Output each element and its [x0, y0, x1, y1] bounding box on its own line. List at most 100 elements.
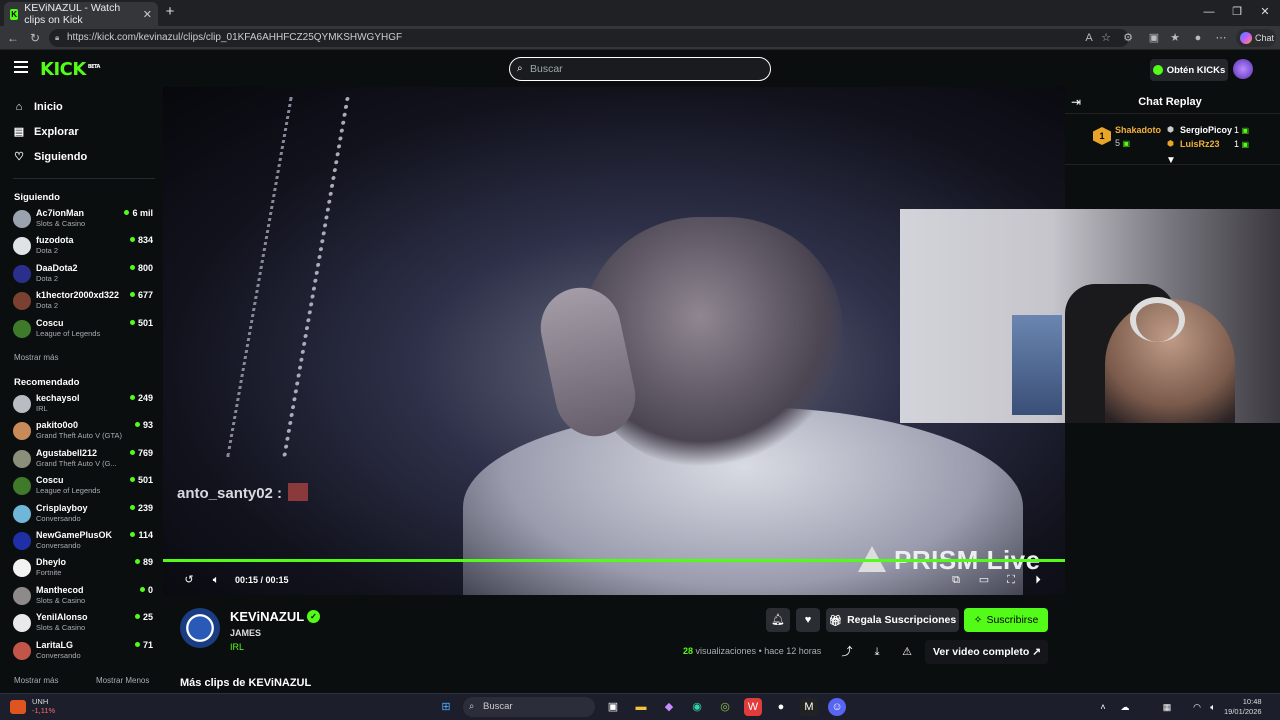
search-input[interactable]: ⌕ Buscar — [509, 57, 771, 81]
channel-name: Coscu — [36, 475, 64, 486]
show-less-recommended[interactable]: Mostrar Menos — [96, 676, 149, 685]
wps-icon[interactable]: W — [744, 698, 762, 716]
read-aloud-icon[interactable]: A — [1081, 30, 1097, 46]
sidebar-channel[interactable]: fuzodota Dota 2 834 — [13, 234, 153, 260]
pip-icon[interactable]: ⧉ — [949, 573, 963, 587]
maximize-button[interactable]: ❐ — [1228, 4, 1246, 20]
stock-chart-icon — [10, 700, 26, 714]
theater-mode-icon[interactable]: ▭ — [977, 573, 991, 587]
sidebar-channel[interactable]: Crisplayboy Conversando 239 — [13, 502, 153, 528]
share-icon[interactable]: ⤴ — [839, 644, 855, 660]
sidebar-channel[interactable]: LaritaLG Conversando 71 — [13, 639, 153, 665]
extensions-icon[interactable]: ⚙ — [1120, 30, 1136, 46]
channel-avatar — [13, 395, 31, 413]
obs-icon[interactable]: ● — [772, 698, 790, 716]
show-more-following[interactable]: Mostrar más — [14, 353, 58, 362]
browser-tab[interactable]: K KEViNAZUL - Watch clips on Kick ✕ — [4, 2, 158, 26]
leader-count-value: 1 — [1234, 125, 1240, 135]
report-icon[interactable]: ⚠ — [899, 644, 915, 660]
sidebar: ⌂ Inicio ▤ Explorar ♡ Siguiendo Siguiendo A… — [0, 87, 162, 693]
follow-heart-button[interactable]: ♥ — [796, 608, 820, 632]
tray-expand-icon[interactable]: ˄ — [1094, 698, 1112, 716]
leader-name[interactable]: SergioPicoy — [1180, 125, 1232, 135]
channel-name: NewGamePlusOK — [36, 530, 113, 540]
channel-name[interactable]: KEViNAZUL — [230, 609, 304, 624]
refresh-icon[interactable]: ↻ — [27, 30, 43, 46]
tray-app-icon[interactable]: ▦ — [1158, 698, 1176, 716]
video-progress-bar[interactable] — [163, 559, 1065, 562]
sidebar-channel[interactable]: Coscu League of Legends 501 — [13, 317, 153, 343]
sidebar-channel[interactable]: Ac7ionMan Slots & Casino 6 mil — [13, 207, 153, 233]
headphones — [1130, 297, 1185, 342]
volume-icon[interactable]: 🔈︎ — [209, 573, 223, 587]
hamburger-menu-icon[interactable] — [14, 61, 28, 75]
sidebar-channel[interactable]: Manthecod Slots & Casino 0 — [13, 584, 153, 610]
user-avatar[interactable] — [1233, 59, 1253, 79]
back-icon[interactable]: ← — [5, 30, 21, 46]
nav-inicio[interactable]: ⌂ Inicio — [13, 101, 63, 113]
sidebar-channel[interactable]: DaaDota2 Dota 2 800 — [13, 262, 153, 288]
taskbar-search[interactable]: ⌕ Buscar — [463, 697, 595, 717]
kick-logo[interactable]: KICK BETA — [40, 59, 100, 80]
volume-icon[interactable]: 🔈︎ — [1204, 698, 1222, 716]
channel-avatar[interactable] — [180, 608, 220, 648]
sidebar-channel[interactable]: kechaysol IRL 249 — [13, 392, 153, 418]
task-view-icon[interactable]: ▣ — [604, 698, 622, 716]
clip-category[interactable]: IRL — [230, 642, 244, 652]
split-screen-icon[interactable]: ▣ — [1146, 30, 1162, 46]
nav-explorar[interactable]: ▤ Explorar — [13, 126, 79, 138]
show-more-recommended[interactable]: Mostrar más — [14, 676, 58, 685]
next-icon[interactable]: ⏵ — [1031, 573, 1045, 587]
nav-siguiendo[interactable]: ♡ Siguiendo — [13, 151, 87, 163]
channel-category: League of Legends — [36, 486, 101, 496]
download-icon[interactable]: ⤓ — [869, 644, 885, 660]
leader-name[interactable]: LuisRz23 — [1180, 139, 1220, 149]
favorites-icon[interactable]: ★ — [1167, 30, 1183, 46]
close-tab-icon[interactable]: ✕ — [143, 8, 152, 21]
sidebar-channel[interactable]: pakito0o0 Grand Theft Auto V (GTA) 93 — [13, 419, 153, 445]
copilot-chat-button[interactable]: Chat — [1236, 29, 1276, 47]
copilot-app-icon[interactable]: ◆ — [660, 698, 678, 716]
system-clock[interactable]: 10:48 19/01/2026 — [1224, 697, 1262, 717]
replay-icon[interactable]: ↺ — [182, 573, 196, 587]
sidebar-channel[interactable]: Agustabell212 Grand Theft Auto V (G... 769 — [13, 447, 153, 473]
leader-name[interactable]: Shakadoto — [1115, 125, 1161, 135]
fullscreen-icon[interactable]: ⛶ — [1004, 573, 1018, 587]
notification-bell-button[interactable]: 🔔︎ — [766, 608, 790, 632]
channel-category: Conversando — [36, 513, 81, 523]
onedrive-icon[interactable]: ☁ — [1116, 698, 1134, 716]
gift-subs-button[interactable]: 🎁︎ Regala Suscripciones — [826, 608, 959, 632]
expand-leaderboard-icon[interactable]: ▼ — [1166, 155, 1176, 166]
channel-category: Slots & Casino — [36, 595, 86, 605]
new-tab-button[interactable]: + — [162, 4, 178, 20]
file-explorer-icon[interactable]: ▬ — [632, 698, 650, 716]
clip-age: • hace 12 horas — [758, 646, 822, 656]
sidebar-channel[interactable]: Coscu League of Legends 501 — [13, 474, 153, 500]
sidebar-channel[interactable]: Dheylo Fortnite 89 — [13, 556, 153, 582]
full-video-button[interactable]: Ver video completo ↗ — [925, 640, 1048, 664]
url-input[interactable]: 🔒︎ https://kick.com/kevinazul/clips/clip… — [49, 29, 1129, 47]
get-kicks-button[interactable]: Obtén KICKs — [1150, 59, 1228, 81]
profile-icon[interactable]: ● — [1190, 30, 1206, 46]
windows-start-icon[interactable]: ⊞ — [437, 698, 455, 716]
sidebar-channel[interactable]: k1hector2000xd322 Dota 2 677 — [13, 289, 153, 315]
sidebar-channel[interactable]: YeniIAlonso Slots & Casino 25 — [13, 611, 153, 637]
capcut-icon[interactable]: M — [800, 698, 818, 716]
more-icon[interactable]: ⋯ — [1213, 30, 1229, 46]
close-window-button[interactable]: ✕ — [1256, 4, 1274, 20]
channel-category: Dota 2 — [36, 246, 59, 256]
minimize-button[interactable]: — — [1200, 4, 1218, 20]
stock-widget[interactable]: UNH -1,11% — [32, 697, 55, 715]
sidebar-channel[interactable]: NewGamePlusOK Conversando 114 — [13, 529, 153, 555]
xbox-icon[interactable]: ◎ — [716, 698, 734, 716]
stock-change: -1,11% — [32, 706, 56, 715]
discord-icon[interactable]: ☺ — [828, 698, 846, 716]
edge-icon[interactable]: ◉ — [688, 698, 706, 716]
explore-icon: ▤ — [13, 126, 25, 138]
verified-icon: ✓ — [307, 610, 320, 623]
subscribe-button[interactable]: ✧ Suscribirse — [964, 608, 1048, 632]
channel-category: Conversando — [36, 541, 81, 550]
favorite-star-icon[interactable]: ☆ — [1098, 30, 1114, 46]
channel-avatar — [13, 559, 31, 578]
views-info: 28 visualizaciones • hace 12 horas — [683, 646, 821, 656]
